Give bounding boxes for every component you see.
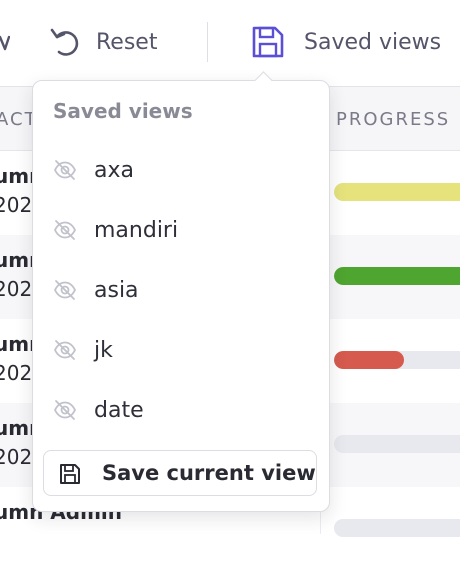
reset-button[interactable]: Reset	[48, 25, 157, 59]
saved-views-button[interactable]: Saved views	[250, 24, 441, 60]
reset-icon	[50, 28, 79, 56]
row-date: 202	[0, 361, 33, 385]
toolbar-divider	[207, 22, 208, 62]
eye-off-icon[interactable]	[53, 398, 77, 422]
saved-view-item-mandiri[interactable]: mandiri	[33, 205, 329, 255]
toolbar-partial-icon[interactable]	[0, 27, 10, 57]
dropdown-title: Saved views	[53, 99, 193, 123]
save-current-view-label: Save current view	[102, 461, 316, 485]
progress-bar	[334, 267, 460, 285]
saved-view-item-date[interactable]: date	[33, 385, 329, 435]
progress-fill	[334, 183, 460, 201]
progress-bar	[334, 435, 460, 453]
progress-fill	[334, 351, 404, 369]
saved-view-label: date	[94, 397, 144, 423]
saved-views-dropdown: Saved views axa mandiri asia jk date Sav…	[32, 80, 330, 512]
progress-fill	[334, 267, 460, 285]
eye-off-icon[interactable]	[53, 278, 77, 302]
progress-bar	[334, 519, 460, 537]
saved-view-item-asia[interactable]: asia	[33, 265, 329, 315]
column-header-progress[interactable]: PROGRESS	[336, 109, 450, 130]
saved-view-label: mandiri	[94, 217, 179, 243]
progress-bar	[334, 183, 460, 201]
save-current-view-button[interactable]: Save current view	[43, 450, 317, 496]
eye-off-icon[interactable]	[53, 158, 77, 182]
row-date: 202	[0, 445, 33, 469]
toolbar: Reset Saved views	[0, 0, 460, 87]
saved-view-item-jk[interactable]: jk	[33, 325, 329, 375]
saved-view-label: axa	[94, 157, 134, 183]
reset-label: Reset	[96, 29, 158, 55]
saved-view-item-axa[interactable]: axa	[33, 145, 329, 195]
saved-views-label: Saved views	[304, 29, 442, 55]
chevron-icon	[0, 35, 10, 51]
eye-off-icon[interactable]	[53, 338, 77, 362]
saved-view-label: jk	[94, 337, 113, 363]
eye-off-icon[interactable]	[53, 218, 77, 242]
progress-bar	[334, 351, 460, 369]
floppy-disk-icon	[252, 26, 284, 58]
saved-view-label: asia	[94, 277, 139, 303]
row-date: 202	[0, 193, 33, 217]
floppy-disk-icon	[60, 464, 80, 484]
